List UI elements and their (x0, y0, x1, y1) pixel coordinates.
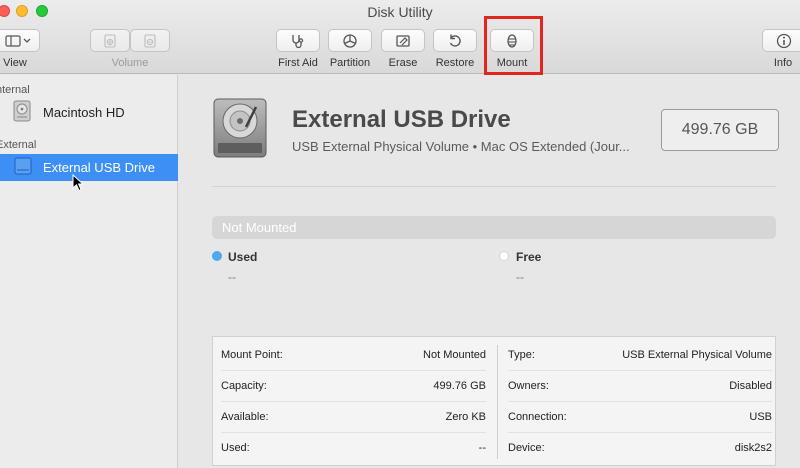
column-separator (497, 345, 498, 459)
table-row: Owners: Disabled (508, 371, 772, 401)
table-row: Used: -- (221, 433, 486, 463)
usage-bar: Not Mounted (212, 216, 776, 239)
table-row: Available: Zero KB (221, 402, 486, 432)
disk-size-badge: 499.76 GB (661, 109, 779, 151)
sidebar-section-internal: nternal (0, 84, 30, 96)
used-label: Used (228, 250, 258, 264)
info-value: USB External Physical Volume (622, 349, 772, 361)
remove-volume-icon (143, 33, 157, 48)
info-button[interactable] (762, 29, 800, 52)
volume-label: Volume (111, 57, 149, 69)
info-value: Disabled (729, 380, 772, 392)
info-value: Zero KB (445, 411, 486, 423)
info-key: Capacity: (221, 380, 267, 392)
restore-label: Restore (435, 57, 475, 69)
sidebar-item-label: Macintosh HD (43, 105, 125, 120)
restore-arrow-icon (447, 33, 463, 49)
partition-button[interactable] (328, 29, 372, 52)
header-divider (212, 186, 776, 187)
table-row: Mount Point: Not Mounted (221, 340, 486, 370)
mount-highlight-annotation (484, 16, 543, 75)
sidebar-item-external-usb-drive[interactable]: External USB Drive (0, 154, 178, 181)
info-key: Available: (221, 411, 269, 423)
sidebar-section-external: External (0, 139, 37, 151)
free-legend-dot (499, 251, 509, 261)
erase-button[interactable] (381, 29, 425, 52)
restore-button[interactable] (433, 29, 477, 52)
info-value: -- (478, 442, 486, 454)
info-value: Not Mounted (423, 349, 486, 361)
info-table: Mount Point: Not Mounted Capacity: 499.7… (212, 336, 776, 466)
free-value: -- (516, 270, 524, 284)
stethoscope-icon (290, 33, 306, 49)
info-key: Device: (508, 442, 545, 454)
erase-label: Erase (388, 57, 418, 69)
used-value: -- (228, 270, 236, 284)
add-volume-icon (103, 33, 117, 48)
main-panel: External USB Drive USB External Physical… (179, 75, 800, 468)
sidebar-item-label: External USB Drive (43, 160, 155, 175)
disk-name: External USB Drive (292, 106, 511, 133)
add-volume-button[interactable] (90, 29, 130, 52)
table-row: Connection: USB (508, 402, 772, 432)
view-label: View (3, 57, 27, 69)
partition-pie-icon (342, 33, 358, 49)
erase-icon (395, 33, 411, 49)
info-value: USB (749, 411, 772, 423)
disk-subtitle: USB External Physical Volume • Mac OS Ex… (292, 139, 630, 154)
info-value: disk2s2 (734, 442, 772, 454)
info-key: Owners: (508, 380, 549, 392)
remove-volume-button[interactable] (130, 29, 170, 52)
window-title: Disk Utility (367, 4, 433, 20)
first-aid-label: First Aid (278, 57, 318, 69)
sidebar: nternal Macintosh HD External External U… (0, 75, 178, 468)
info-key: Connection: (508, 411, 567, 423)
sidebar-item-macintosh-hd[interactable]: Macintosh HD (0, 99, 178, 126)
partition-label: Partition (329, 57, 371, 69)
internal-disk-icon (13, 100, 31, 125)
sidebar-toggle-icon (5, 34, 31, 47)
free-label: Free (516, 250, 542, 264)
view-button[interactable] (0, 29, 40, 52)
info-value: 499.76 GB (433, 380, 486, 392)
info-key: Type: (508, 349, 535, 361)
first-aid-button[interactable] (276, 29, 320, 52)
used-legend-dot (212, 251, 222, 261)
table-row: Capacity: 499.76 GB (221, 371, 486, 401)
info-key: Used: (221, 442, 250, 454)
table-row: Type: USB External Physical Volume (508, 340, 772, 370)
info-label: Info (773, 57, 793, 69)
hard-drive-icon (212, 97, 268, 164)
info-key: Mount Point: (221, 349, 283, 361)
mouse-pointer-icon (72, 173, 85, 197)
toolbar: Disk Utility View Volume First Aid Parti… (0, 0, 800, 75)
external-disk-icon (13, 156, 33, 179)
table-row: Device: disk2s2 (508, 433, 772, 463)
info-icon (776, 33, 792, 49)
